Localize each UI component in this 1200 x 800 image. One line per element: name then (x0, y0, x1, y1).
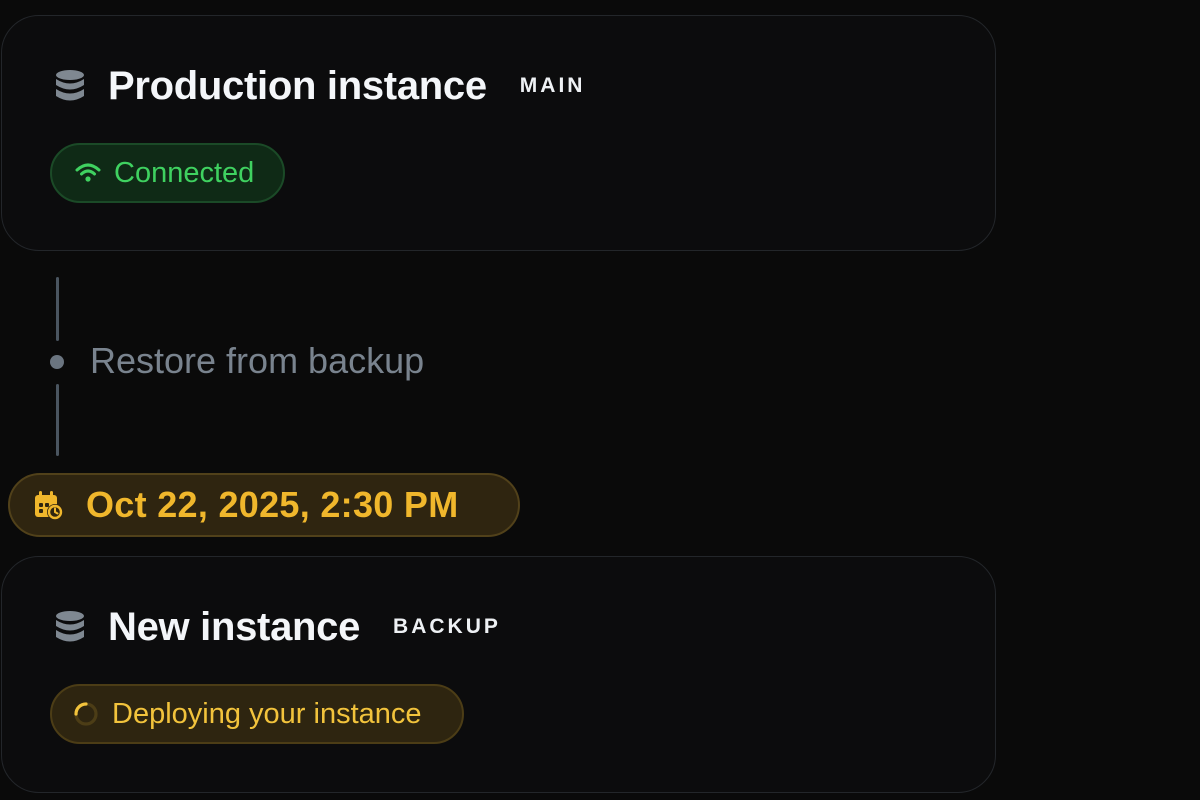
card-header: New instance BACKUP (54, 605, 501, 649)
card-title: New instance (108, 604, 361, 649)
restore-date-label: Oct 22, 2025, 2:30 PM (86, 484, 459, 525)
branch-tag: MAIN (519, 74, 586, 97)
timeline-line-lower (56, 384, 59, 456)
restore-date-badge: Oct 22, 2025, 2:30 PM (8, 473, 520, 537)
timeline-dot (50, 355, 64, 369)
wifi-icon (75, 163, 101, 182)
status-badge-deploying: Deploying your instance (50, 684, 464, 744)
branch-tag: BACKUP (393, 615, 501, 638)
production-instance-card[interactable]: Production instance MAIN Connected (1, 15, 996, 251)
database-icon (56, 70, 84, 101)
timeline-step-label: Restore from backup (90, 340, 425, 381)
new-instance-card[interactable]: New instance BACKUP Deploying your insta… (1, 556, 996, 793)
status-badge-connected: Connected (50, 143, 285, 203)
spinner-icon (74, 702, 98, 726)
database-icon (56, 611, 84, 642)
status-label: Connected (114, 156, 255, 189)
timeline-line-upper (56, 277, 59, 341)
instance-restore-flow: Production instance MAIN Connected Resto… (0, 0, 1200, 800)
status-label: Deploying your instance (112, 697, 422, 730)
calendar-clock-icon (35, 491, 63, 520)
card-header: Production instance MAIN (54, 64, 585, 108)
card-title: Production instance (108, 63, 487, 108)
